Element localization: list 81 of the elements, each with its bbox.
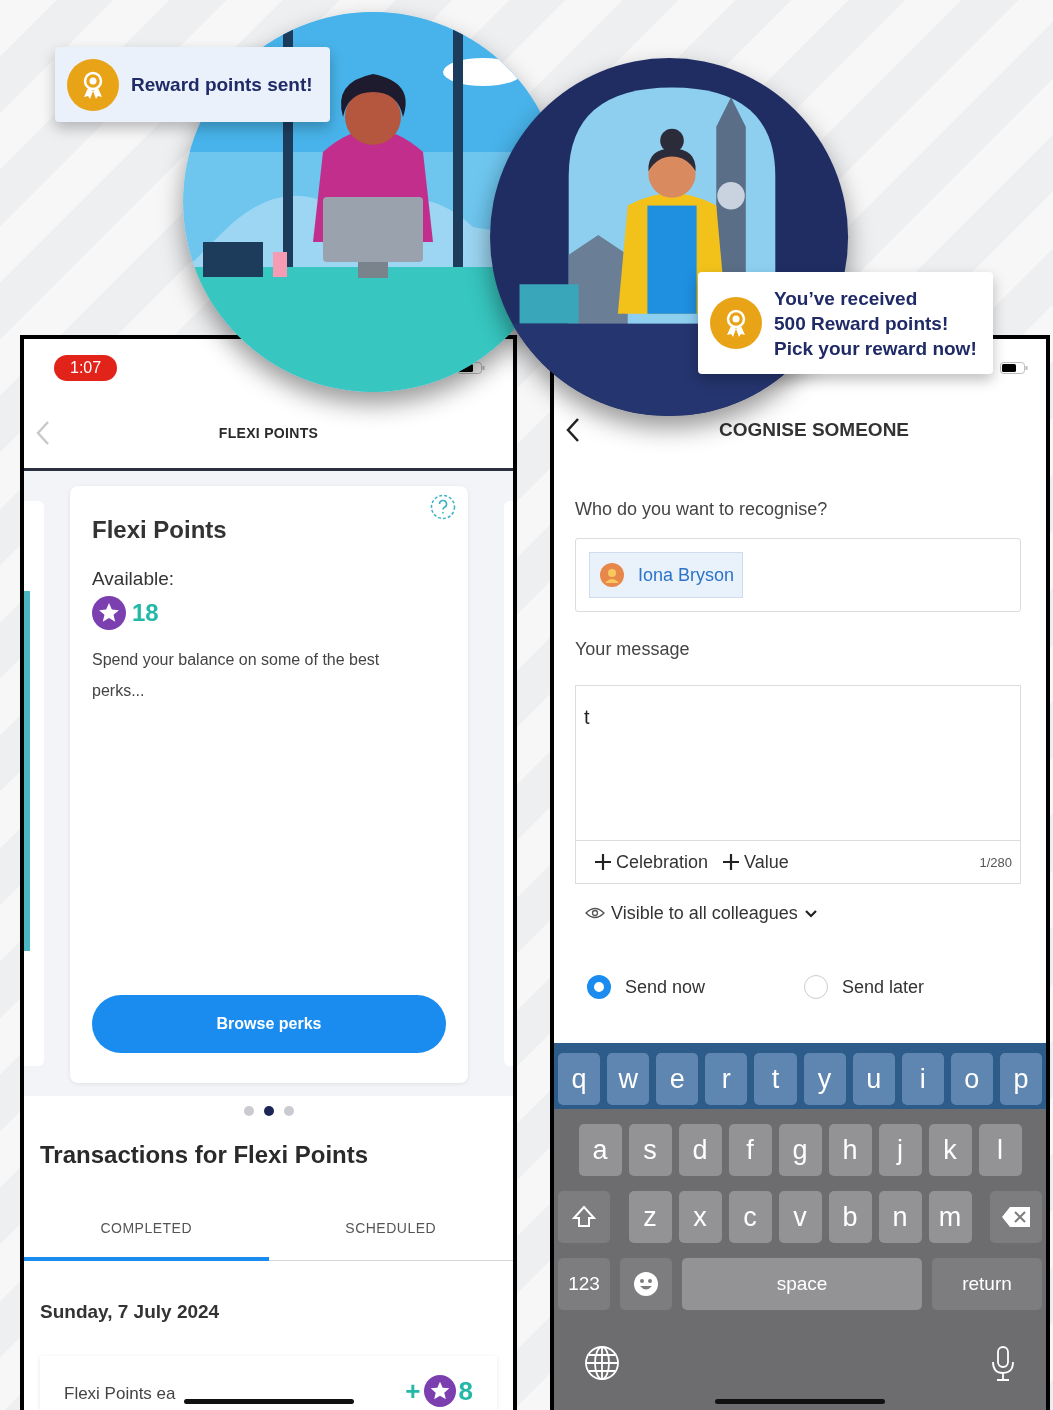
keyboard-key[interactable]: j [878, 1124, 922, 1176]
keyboard-key[interactable]: a [578, 1124, 622, 1176]
keyboard-key[interactable]: m [928, 1191, 972, 1243]
pager-dot[interactable] [263, 1106, 274, 1116]
keyboard-key[interactable]: y [803, 1053, 846, 1105]
toast-message: Reward points sent! [131, 73, 313, 96]
message-field[interactable]: t [575, 685, 1021, 840]
keyboard-key[interactable]: w [607, 1053, 650, 1105]
browse-perks-button[interactable]: Browse perks [92, 995, 446, 1053]
send-option[interactable]: Send later [804, 975, 1021, 999]
keyboard-key[interactable]: i [901, 1053, 944, 1105]
screen-title: COGNISE SOMEONE [719, 418, 910, 441]
add-tag-button[interactable]: Value [722, 851, 789, 873]
keyboard-key[interactable]: u [852, 1053, 895, 1105]
tab[interactable]: SCHEDULED [268, 1199, 513, 1261]
medal-icon [67, 58, 119, 111]
keyboard-key[interactable]: l [978, 1124, 1022, 1176]
eye-icon [585, 907, 605, 919]
keyboard-key[interactable]: d [678, 1124, 722, 1176]
keyboard-key[interactable]: q [558, 1053, 601, 1105]
battery-icon [1000, 362, 1028, 374]
add-tag-button[interactable]: Celebration [594, 851, 709, 873]
character-counter: 1/280 [979, 854, 1012, 870]
radio-button[interactable] [804, 975, 828, 999]
keyboard-key[interactable]: r [705, 1053, 748, 1105]
backspace-key[interactable] [990, 1191, 1042, 1243]
visibility-dropdown[interactable]: Visible to all colleagues [585, 901, 818, 925]
toast-message: You’ve received 500 Reward points! Pick your reward now! [774, 286, 977, 361]
recipient-field[interactable]: Iona Bryson [575, 538, 1021, 612]
keyboard-key[interactable]: z [628, 1191, 672, 1243]
pager-dot[interactable] [243, 1106, 254, 1116]
card-title: Flexi Points [92, 516, 228, 544]
numbers-key[interactable]: 123 [558, 1258, 610, 1310]
send-option[interactable]: Send now [587, 975, 804, 999]
backspace-icon [1001, 1206, 1031, 1228]
pager-dot[interactable] [283, 1106, 294, 1116]
return-key[interactable]: return [932, 1258, 1042, 1310]
transaction-amount: 8 [458, 1375, 473, 1407]
field-label: Who do you want to recognise? [575, 498, 829, 520]
keyboard-key[interactable]: t [754, 1053, 797, 1105]
shift-icon [571, 1204, 597, 1230]
microphone-icon[interactable] [990, 1345, 1016, 1383]
section-title: Transactions for Flexi Points [40, 1141, 370, 1169]
shift-key[interactable] [558, 1191, 610, 1243]
keyboard-key[interactable]: x [678, 1191, 722, 1243]
keyboard-key[interactable]: h [828, 1124, 872, 1176]
amount-sign: + [405, 1375, 421, 1407]
tab[interactable]: COMPLETED [24, 1199, 269, 1261]
status-time: 1:07 [54, 355, 118, 381]
keyboard-key[interactable]: s [628, 1124, 672, 1176]
keyboard-key[interactable]: o [950, 1053, 993, 1105]
space-key[interactable]: space [682, 1258, 922, 1310]
plus-icon [594, 853, 612, 871]
recipient-chip[interactable]: Iona Bryson [589, 552, 744, 598]
plus-icon [722, 853, 741, 871]
date-heading: Sunday, 7 July 2024 [40, 1301, 221, 1323]
field-label: Your message [575, 638, 691, 660]
available-label: Available: [92, 568, 176, 590]
avatar-icon [600, 563, 624, 587]
keyboard-key[interactable]: c [728, 1191, 772, 1243]
transaction-card[interactable]: Flexi Points ea + 8 [40, 1356, 497, 1410]
keyboard-key[interactable]: v [778, 1191, 822, 1243]
globe-icon[interactable] [584, 1345, 620, 1381]
keyboard-key[interactable]: g [778, 1124, 822, 1176]
keyboard-key[interactable]: e [656, 1053, 699, 1105]
emoji-key[interactable] [620, 1258, 672, 1310]
keyboard-key[interactable]: k [928, 1124, 972, 1176]
back-icon[interactable] [566, 416, 580, 443]
keyboard-key[interactable]: n [878, 1191, 922, 1243]
transaction-label: Flexi Points ea [64, 1384, 176, 1405]
card-description: Spend your balance on some of the best perks... [92, 650, 381, 701]
screen-title: FLEXI POINTS [218, 424, 319, 441]
medal-icon [710, 297, 762, 349]
emoji-icon [633, 1271, 659, 1297]
keyboard-key[interactable]: p [999, 1053, 1042, 1105]
help-icon[interactable] [430, 494, 456, 520]
radio-button[interactable] [587, 975, 611, 999]
keyboard-key[interactable]: b [828, 1191, 872, 1243]
points-balance: 18 [132, 599, 159, 627]
keyboard-key[interactable]: f [728, 1124, 772, 1176]
chevron-down-icon [803, 908, 818, 918]
